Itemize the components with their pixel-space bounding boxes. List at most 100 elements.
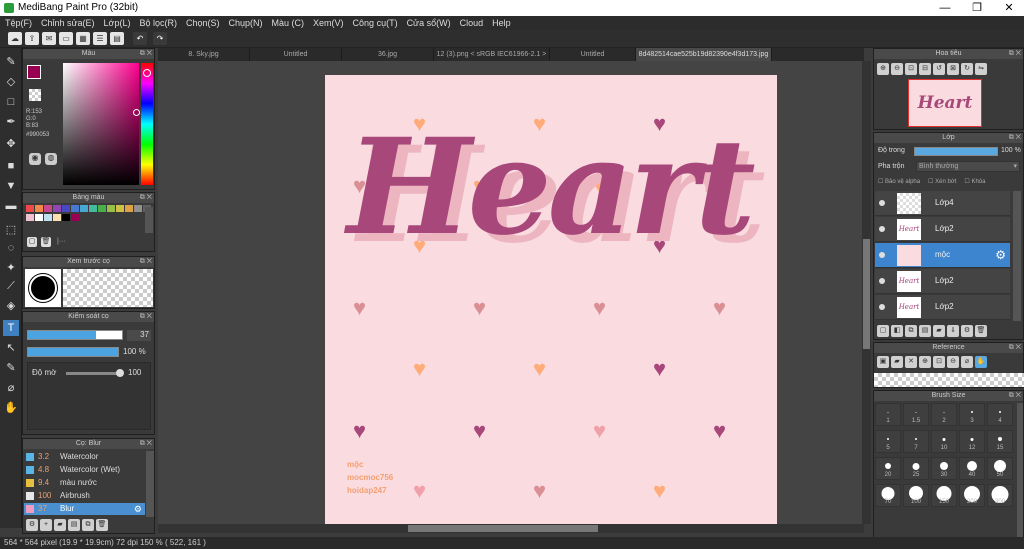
grid-icon[interactable]: ▤ bbox=[110, 32, 124, 45]
rotate-left-icon[interactable]: ↺ bbox=[933, 63, 945, 75]
brush-delete-icon[interactable]: 🗑 bbox=[96, 519, 108, 531]
transparent-color-swatch[interactable] bbox=[29, 89, 41, 101]
tab-sky[interactable]: 8. Sky.jpg bbox=[158, 48, 250, 61]
visibility-eye-icon[interactable] bbox=[879, 304, 885, 310]
palette-swatch[interactable] bbox=[35, 205, 43, 212]
reference-open-icon[interactable]: ▣ bbox=[877, 356, 889, 368]
fit-icon[interactable]: ⊡ bbox=[905, 63, 917, 75]
brush-size-cell[interactable]: 10 bbox=[931, 430, 957, 453]
layer-row[interactable]: Heart Lớp2 bbox=[875, 217, 1010, 242]
brush-list-item[interactable]: 37 Blur ⚙ bbox=[24, 503, 145, 515]
close-button[interactable]: ✕ bbox=[994, 0, 1024, 16]
reference-close-icon[interactable]: ✕ bbox=[905, 356, 917, 368]
hand-tool-icon[interactable]: ✋ bbox=[3, 400, 19, 416]
tab-12-3[interactable]: 12 (3).png < sRGB IEC61966-2.1 > bbox=[434, 48, 550, 61]
hue-slider[interactable] bbox=[141, 63, 153, 185]
palette-swatch[interactable] bbox=[80, 205, 88, 212]
new-layer-icon[interactable]: ▢ bbox=[877, 325, 889, 337]
palette-swatch[interactable] bbox=[134, 205, 142, 212]
brush-opacity-bar[interactable] bbox=[27, 347, 119, 357]
select-pen-icon[interactable]: ⟋ bbox=[3, 278, 19, 294]
palette-swatch[interactable] bbox=[53, 205, 61, 212]
drawing-canvas[interactable]: ♥ ♥ ♥ ♥ ♥ ♥ ♥ ♥ ♥ ♥ ♥ ♥ ♥ ♥ ♥ ♥ ♥ ♥ ♥ ♥ ♥ ♥ ♥ Heart Heart mộc … bbox=[325, 75, 777, 524]
fill-rect-icon[interactable]: ■ bbox=[3, 158, 19, 174]
menu-select[interactable]: Chọn(S) bbox=[186, 16, 220, 30]
divide-tool-icon[interactable]: ✎ bbox=[3, 360, 19, 376]
visibility-eye-icon[interactable] bbox=[879, 200, 885, 206]
move-tool-icon[interactable]: ✥ bbox=[3, 136, 19, 152]
magic-wand-icon[interactable]: ✦ bbox=[3, 260, 19, 276]
message-icon[interactable]: ▭ bbox=[59, 32, 73, 45]
menu-window[interactable]: Cửa sổ(W) bbox=[407, 16, 451, 30]
tab-36[interactable]: 36.jpg bbox=[342, 48, 434, 61]
select-tool-icon[interactable]: ⬚ bbox=[3, 222, 19, 238]
palette-swatch[interactable] bbox=[71, 214, 79, 221]
palette-swatch[interactable] bbox=[44, 205, 52, 212]
palette-icon[interactable]: ◉ bbox=[29, 153, 41, 165]
eraser-tool-icon[interactable]: ◇ bbox=[3, 74, 19, 90]
palette-swatch[interactable] bbox=[44, 214, 52, 221]
palette-swatch[interactable] bbox=[35, 214, 43, 221]
foreground-color-swatch[interactable] bbox=[27, 65, 41, 79]
clipping-checkbox[interactable]: ☐ Xén bớt bbox=[928, 178, 956, 185]
palette-scrollbar[interactable] bbox=[145, 207, 153, 233]
brush-size-cell[interactable]: 1 bbox=[875, 403, 901, 426]
layer-settings-gear-icon[interactable]: ⚙ bbox=[995, 248, 1006, 262]
menu-cloud[interactable]: Cloud bbox=[460, 16, 484, 30]
delete-swatch-icon[interactable]: 🗑 bbox=[41, 237, 51, 247]
redo-icon[interactable]: ↷ bbox=[153, 32, 167, 45]
brush-settings-icon[interactable]: ⚙ bbox=[26, 519, 38, 531]
palette-swatch[interactable] bbox=[89, 205, 97, 212]
zoom-out-icon[interactable]: ⊖ bbox=[891, 63, 903, 75]
saturation-value-picker[interactable] bbox=[63, 63, 140, 185]
gradient-tool-icon[interactable]: ▬ bbox=[3, 198, 19, 214]
brush-size-value[interactable]: 37 bbox=[127, 330, 151, 341]
bucket-tool-icon[interactable]: ▼ bbox=[3, 178, 19, 194]
select-eraser-icon[interactable]: ◈ bbox=[3, 298, 19, 314]
brush-list-item[interactable]: 9.4 màu nước bbox=[24, 477, 145, 489]
horizontal-scroll-thumb[interactable] bbox=[408, 525, 598, 532]
menu-help[interactable]: Help bbox=[492, 16, 511, 30]
tab-untitled-1[interactable]: Untitled bbox=[250, 48, 342, 61]
brush-gear-icon[interactable]: ⚙ bbox=[134, 503, 142, 515]
new-swatch-icon[interactable]: ▢ bbox=[27, 237, 37, 247]
lasso-tool-icon[interactable]: ◌ bbox=[3, 240, 19, 256]
blur-slider[interactable] bbox=[66, 369, 124, 377]
menu-layer[interactable]: Lớp(L) bbox=[104, 16, 131, 30]
palette-swatch[interactable] bbox=[71, 205, 79, 212]
brush-folder-icon[interactable]: ▰ bbox=[54, 519, 66, 531]
actual-size-icon[interactable]: ⊟ bbox=[919, 63, 931, 75]
list-icon[interactable]: ☰ bbox=[93, 32, 107, 45]
palette-swatch[interactable] bbox=[53, 214, 61, 221]
visibility-eye-icon[interactable] bbox=[879, 226, 885, 232]
visibility-eye-icon[interactable] bbox=[879, 252, 885, 258]
vertical-scrollbar[interactable] bbox=[862, 61, 871, 524]
layer-row[interactable]: mộc ⚙ bbox=[875, 243, 1010, 268]
brush-size-cell[interactable]: 20 bbox=[875, 457, 901, 480]
layer-row[interactable]: Heart Lớp2 bbox=[875, 269, 1010, 294]
brush-list-item[interactable]: 3.2 Watercolor bbox=[24, 451, 145, 463]
brush-size-cell[interactable]: 12 bbox=[959, 430, 985, 453]
brush-size-cell[interactable]: 30 bbox=[931, 457, 957, 480]
undo-icon[interactable]: ↶ bbox=[133, 32, 147, 45]
layer-list-scrollbar[interactable] bbox=[1013, 191, 1021, 321]
reference-canvas[interactable] bbox=[874, 373, 1024, 387]
brush-size-cell[interactable]: 1.5 bbox=[903, 403, 929, 426]
tab-untitled-2[interactable]: Untitled bbox=[550, 48, 636, 61]
brush-list-scrollbar[interactable] bbox=[146, 451, 154, 517]
brush-list-item[interactable]: 4.8 Watercolor (Wet) bbox=[24, 464, 145, 476]
reference-fit-icon[interactable]: ⊡ bbox=[933, 356, 945, 368]
brush-size-cell[interactable]: 2 bbox=[931, 403, 957, 426]
delete-layer-icon[interactable]: 🗑 bbox=[975, 325, 987, 337]
brush-size-cell[interactable]: 40 bbox=[959, 457, 985, 480]
operation-tool-icon[interactable]: ↖ bbox=[3, 340, 19, 356]
vertical-scroll-thumb[interactable] bbox=[863, 239, 870, 349]
reset-rotation-icon[interactable]: ⊠ bbox=[947, 63, 959, 75]
brush-size-cell[interactable]: 4 bbox=[987, 403, 1013, 426]
maximize-button[interactable]: ❐ bbox=[962, 0, 992, 16]
layer-type-icon[interactable]: ▤ bbox=[919, 325, 931, 337]
brush-size-cell[interactable]: 50 bbox=[987, 457, 1013, 480]
tab-active-image[interactable]: 8d482514cae525b19d82390e4f3d173.jpg bbox=[636, 48, 772, 61]
palette-swatch[interactable] bbox=[26, 214, 34, 221]
menu-color[interactable]: Màu (C) bbox=[272, 16, 305, 30]
